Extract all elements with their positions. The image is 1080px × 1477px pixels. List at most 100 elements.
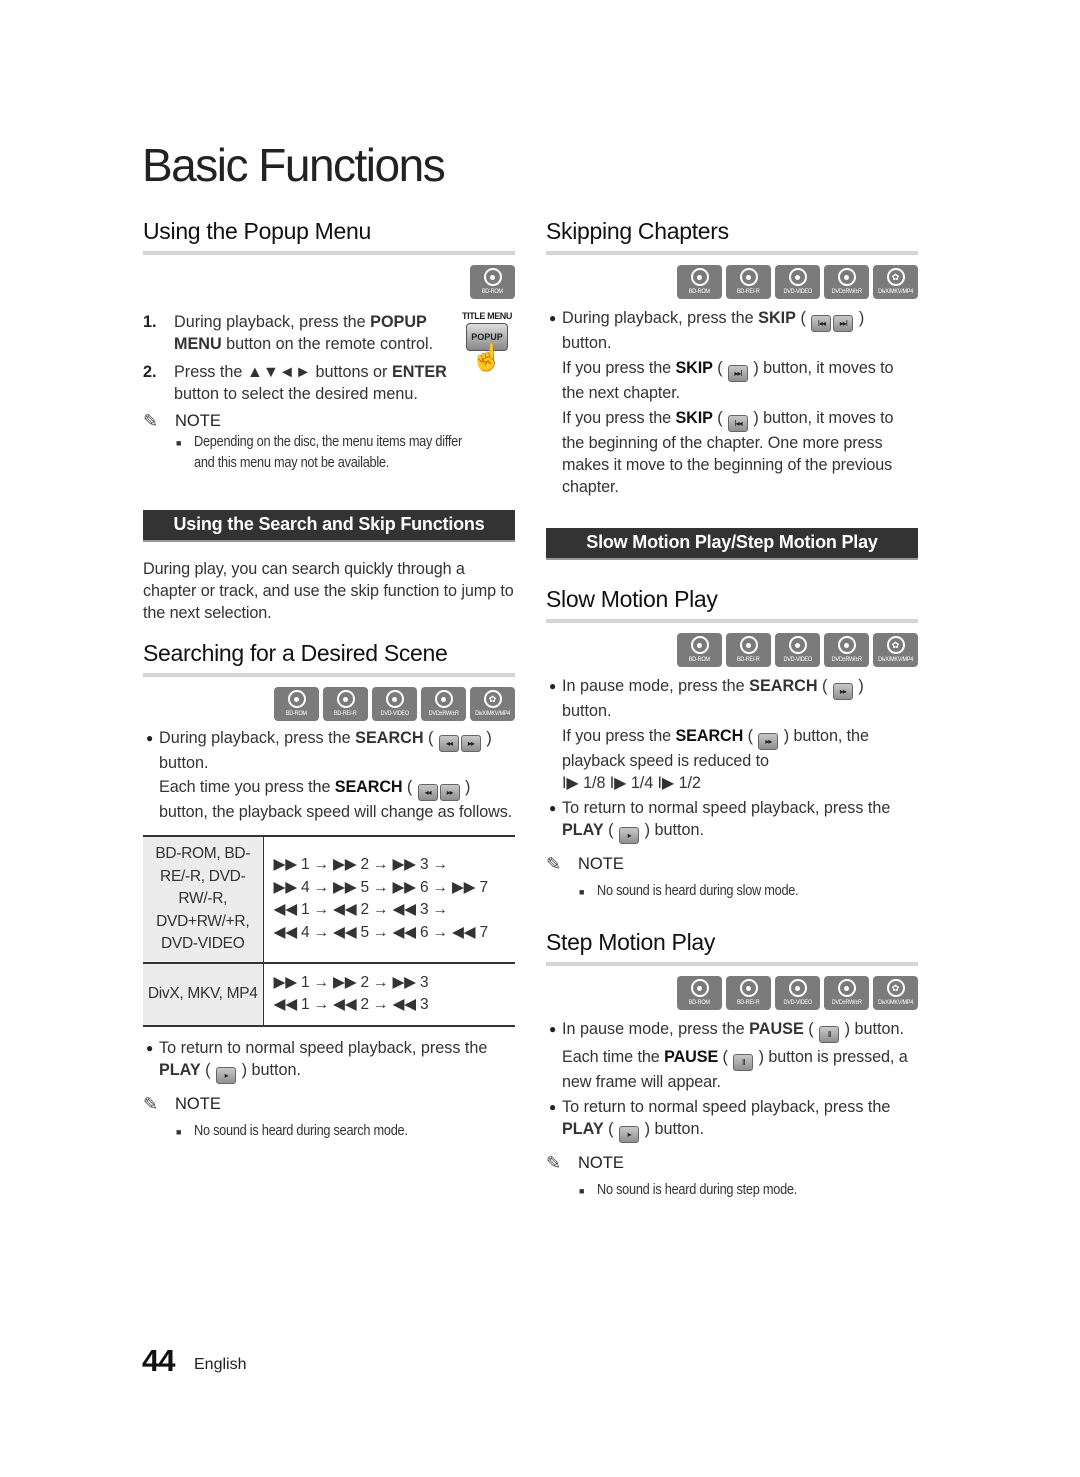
search-skip-intro: During play, you can search quickly thro…: [143, 560, 514, 622]
bullet-icon: ●: [146, 1040, 154, 1055]
slow-motion-heading: Slow Motion Play: [546, 586, 918, 623]
page-number: 44: [142, 1343, 175, 1378]
title-menu-label: TITLE MENU: [462, 311, 512, 321]
note-heading: ✎ NOTE: [546, 1153, 624, 1173]
bullet-icon: ●: [549, 679, 557, 693]
popup-disc-badges: BD-ROM: [143, 265, 515, 299]
disc-icon: [739, 268, 758, 286]
note-item: ■ No sound is heard during step mode.: [546, 1180, 918, 1202]
disc-icon: [385, 690, 404, 708]
table-row: BD-ROM, BD-RE/-R, DVD-RW/-R, DVD+RW/+R, …: [143, 836, 515, 963]
note-item: ■ Depending on the disc, the menu items …: [143, 432, 515, 474]
slow-return-bullet: ● To return to normal speed playback, pr…: [546, 797, 918, 844]
list-item: 2. Press the ▲▼◄► buttons or ENTER butto…: [143, 363, 447, 403]
searching-scene-heading: Searching for a Desired Scene: [143, 640, 515, 677]
disc-icon: [739, 636, 758, 654]
disc-icon: [788, 268, 807, 286]
disc-icon: [287, 690, 306, 708]
speed-sequence-cell: ▶▶ 1 → ▶▶ 2 → ▶▶ 3 → ▶▶ 4 → ▶▶ 5 → ▶▶ 6 …: [273, 856, 489, 941]
square-bullet-icon: ■: [579, 1186, 585, 1196]
disc-icon: [837, 268, 856, 286]
popup-step-list: 1. During playback, press the POPUP MENU…: [143, 311, 461, 405]
divx-badge: ✿ DivX/MKV/MP4: [873, 633, 918, 667]
search-return-bullet: ● To return to normal speed playback, pr…: [143, 1037, 515, 1084]
bd-rom-badge: BD-ROM: [470, 265, 515, 299]
disc-icon: [788, 636, 807, 654]
search-speed-paragraph: Each time you press the SEARCH ( ◂◂ ▸▸ ) …: [159, 778, 513, 821]
skip-bullet: ● During playback, press the SKIP ( I◂◂ ▸…: [546, 307, 918, 354]
search-speed-table: BD-ROM, BD-RE/-R, DVD-RW/-R, DVD+RW/+R, …: [143, 835, 515, 1027]
dvd-video-badge: DVD-VIDEO: [775, 976, 820, 1010]
pencil-note-icon: ✎: [546, 1153, 562, 1173]
divx-badge: ✿ DivX/MKV/MP4: [873, 976, 918, 1010]
play-key-icon: ▸: [619, 1126, 640, 1143]
right-column: Skipping Chapters BD-ROM BD-RE/-R DVD-VI…: [546, 218, 918, 1202]
pause-key-icon: II: [819, 1026, 840, 1043]
dvd-rw-badge: DVD±RW/±R: [824, 976, 869, 1010]
bd-rom-badge: BD-ROM: [677, 976, 722, 1010]
skip-prev-key-icon: I◂◂: [811, 315, 832, 332]
film-reel-icon: ✿: [886, 636, 905, 654]
step-disc-badges: BD-ROM BD-RE/-R DVD-VIDEO DVD±RW/±R ✿ Div…: [546, 976, 918, 1010]
disc-icon: [336, 690, 355, 708]
note-heading: ✎ NOTE: [546, 854, 624, 874]
slow-disc-badges: BD-ROM BD-RE/-R DVD-VIDEO DVD±RW/±R ✿ Div…: [546, 633, 918, 667]
disc-icon: [690, 979, 709, 997]
film-reel-icon: ✿: [886, 268, 905, 286]
page-title: Basic Functions: [142, 139, 446, 191]
dvd-rw-badge: DVD±RW/±R: [824, 265, 869, 299]
rewind-key-icon: ◂◂: [417, 784, 438, 801]
bullet-icon: ●: [549, 1100, 557, 1114]
bullet-icon: ●: [549, 801, 557, 815]
fast-forward-key-icon: ▸▸: [832, 683, 853, 700]
format-cell: DivX, MKV, MP4: [143, 961, 264, 1026]
fast-forward-key-icon: ▸▸: [460, 735, 481, 752]
step-motion-heading: Step Motion Play: [546, 929, 918, 966]
step-paragraph: Each time the PAUSE ( II ) button is pre…: [562, 1048, 908, 1091]
bd-re-badge: BD-RE/-R: [726, 265, 771, 299]
bd-rom-badge: BD-ROM: [677, 265, 722, 299]
pencil-note-icon: ✎: [143, 411, 159, 431]
disc-icon: [690, 268, 709, 286]
skip-next-key-icon: ▸▸I: [727, 365, 748, 382]
square-bullet-icon: ■: [579, 887, 585, 897]
popup-remote-icon: TITLE MENU POPUP ☝: [459, 311, 515, 372]
square-bullet-icon: ■: [176, 438, 182, 448]
bd-rom-badge: BD-ROM: [274, 687, 319, 721]
pause-key-icon: II: [733, 1054, 754, 1071]
note-item: ■ No sound is heard during slow mode.: [546, 881, 918, 903]
skip-prev-paragraph: If you press the SKIP ( I◂◂ ) button, it…: [562, 409, 894, 496]
disc-icon: [739, 979, 758, 997]
step-return-bullet: ● To return to normal speed playback, pr…: [546, 1096, 918, 1143]
film-reel-icon: ✿: [886, 979, 905, 997]
dvd-rw-badge: DVD±RW/±R: [824, 633, 869, 667]
bd-rom-badge: BD-ROM: [677, 633, 722, 667]
disc-icon: [837, 636, 856, 654]
play-key-icon: ▸: [216, 1066, 237, 1084]
search-bullet: ● During playback, press the SEARCH ( ◂◂…: [143, 727, 515, 774]
dvd-video-badge: DVD-VIDEO: [775, 265, 820, 299]
fast-forward-key-icon: ▸▸: [758, 733, 779, 750]
skip-prev-key-icon: I◂◂: [727, 415, 748, 432]
divx-badge: ✿ DivX/MKV/MP4: [873, 265, 918, 299]
square-bullet-icon: ■: [176, 1126, 182, 1137]
bd-re-badge: BD-RE/-R: [726, 633, 771, 667]
skip-disc-badges: BD-ROM BD-RE/-R DVD-VIDEO DVD±RW/±R ✿ Div…: [546, 265, 918, 299]
note-heading: ✎ NOTE: [143, 1093, 221, 1114]
bd-re-badge: BD-RE/-R: [323, 687, 368, 721]
pencil-note-icon: ✎: [546, 854, 562, 874]
note-item: ■ No sound is heard during search mode.: [143, 1121, 515, 1143]
rewind-key-icon: ◂◂: [438, 735, 459, 752]
dvd-rw-badge: DVD±RW/±R: [421, 687, 466, 721]
table-row: DivX, MKV, MP4 ▶▶ 1 → ▶▶ 2 → ▶▶ 3 ◀◀ 1 →…: [143, 961, 515, 1026]
popup-steps: TITLE MENU POPUP ☝ 1. During playback, p…: [143, 311, 515, 405]
popup-menu-heading: Using the Popup Menu: [143, 218, 515, 255]
skip-next-key-icon: ▸▸I: [833, 315, 854, 332]
disc-icon: [690, 636, 709, 654]
hand-pointer-icon: ☝: [470, 342, 504, 372]
step-bullet: ● In pause mode, press the PAUSE ( II ) …: [546, 1018, 918, 1043]
film-reel-icon: ✿: [483, 690, 502, 708]
note-heading: ✎ NOTE: [143, 411, 221, 431]
slow-speed-paragraph: If you press the SEARCH ( ▸▸ ) button, t…: [562, 727, 869, 770]
bullet-icon: ●: [549, 311, 557, 325]
